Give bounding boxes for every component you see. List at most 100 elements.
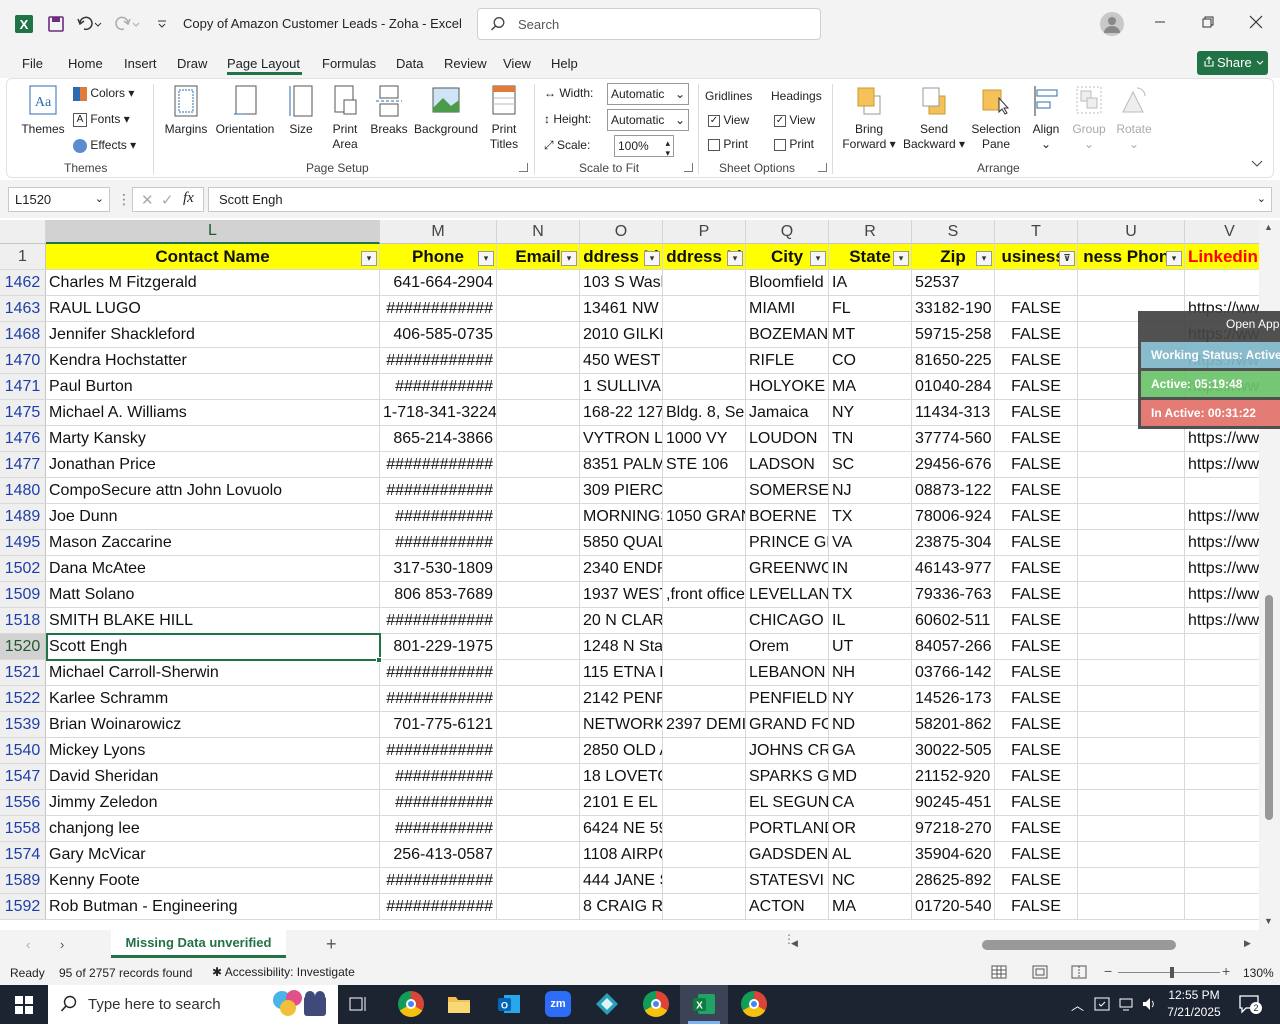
table-cell[interactable]: 2142 PENFIELD RD xyxy=(580,686,663,712)
table-cell[interactable]: Jimmy Zeledon xyxy=(46,790,380,816)
table-cell[interactable] xyxy=(663,270,746,296)
table-cell[interactable]: 13461 NW 19TH LN PF xyxy=(580,296,663,322)
row-header[interactable]: 1462 xyxy=(0,270,46,296)
table-cell[interactable]: 90245-451 xyxy=(912,790,995,816)
table-header-cell[interactable]: ddress Li ▾ xyxy=(580,244,663,270)
table-cell[interactable] xyxy=(663,322,746,348)
align-button[interactable]: Align ⌄ xyxy=(1026,84,1066,152)
table-cell[interactable]: Marty Kansky xyxy=(46,426,380,452)
table-cell[interactable]: 58201-862 xyxy=(912,712,995,738)
table-cell[interactable]: LADSON xyxy=(746,452,829,478)
excel-taskbar-item[interactable]: X xyxy=(680,985,728,1024)
minimize-icon[interactable] xyxy=(1152,14,1168,33)
table-cell[interactable]: OR xyxy=(829,816,912,842)
table-cell[interactable]: BOZEMAN xyxy=(746,322,829,348)
restore-icon[interactable] xyxy=(1200,14,1216,33)
table-cell[interactable]: 1000 VY xyxy=(663,426,746,452)
table-cell[interactable]: ############ xyxy=(380,660,497,686)
table-cell[interactable]: FALSE xyxy=(995,296,1078,322)
table-cell[interactable]: STE 106 xyxy=(663,452,746,478)
column-header[interactable]: S xyxy=(912,220,995,244)
zoom-level[interactable]: 130% xyxy=(1243,966,1274,980)
table-cell[interactable]: ########### xyxy=(380,764,497,790)
table-cell[interactable]: FALSE xyxy=(995,478,1078,504)
table-cell[interactable] xyxy=(497,296,580,322)
table-cell[interactable]: MD xyxy=(829,764,912,790)
table-cell[interactable]: NY xyxy=(829,686,912,712)
row-header[interactable]: 1592 xyxy=(0,894,46,920)
table-cell[interactable]: 30022-505 xyxy=(912,738,995,764)
table-cell[interactable]: NJ xyxy=(829,478,912,504)
table-cell[interactable] xyxy=(1078,712,1185,738)
table-cell[interactable]: TN xyxy=(829,426,912,452)
row-header[interactable]: 1547 xyxy=(0,764,46,790)
table-cell[interactable]: ############ xyxy=(380,868,497,894)
file-explorer-icon[interactable] xyxy=(447,993,471,1018)
accessibility-status[interactable]: ✱ Accessibility: Investigate xyxy=(212,965,355,979)
table-cell[interactable]: Charles M Fitzgerald xyxy=(46,270,380,296)
table-cell[interactable]: ############ xyxy=(380,348,497,374)
table-cell[interactable]: Jamaica xyxy=(746,400,829,426)
table-cell[interactable] xyxy=(497,894,580,920)
vertical-scroll-thumb[interactable] xyxy=(1265,595,1273,820)
table-cell[interactable]: LOUDON xyxy=(746,426,829,452)
table-cell[interactable]: Karlee Schramm xyxy=(46,686,380,712)
tab-home[interactable]: Home xyxy=(68,56,103,71)
table-cell[interactable]: 1050 GRAN xyxy=(663,504,746,530)
table-cell[interactable]: MT xyxy=(829,322,912,348)
colors-button[interactable]: Colors ▾ xyxy=(73,86,134,101)
customize-toolbar-icon[interactable] xyxy=(150,12,174,36)
table-cell[interactable] xyxy=(663,374,746,400)
tab-view[interactable]: View xyxy=(503,56,531,71)
table-cell[interactable]: ############ xyxy=(380,686,497,712)
table-cell[interactable]: 28625-892 xyxy=(912,868,995,894)
table-cell[interactable]: Rob Butman - Engineering xyxy=(46,894,380,920)
table-cell[interactable]: PRINCE GE xyxy=(746,530,829,556)
filter-dropdown-icon[interactable]: ▾ xyxy=(478,251,494,266)
row-header[interactable]: 1558 xyxy=(0,816,46,842)
table-cell[interactable]: Dana McAtee xyxy=(46,556,380,582)
table-cell[interactable]: FALSE xyxy=(995,790,1078,816)
row-header[interactable]: 1468 xyxy=(0,322,46,348)
table-cell[interactable]: David Sheridan xyxy=(46,764,380,790)
row-header[interactable]: 1520 xyxy=(0,634,46,660)
gridlines-view-checkbox[interactable]: ✓ View xyxy=(708,113,749,127)
table-cell[interactable] xyxy=(663,738,746,764)
table-cell[interactable]: 01720-540 xyxy=(912,894,995,920)
row-header[interactable]: 1522 xyxy=(0,686,46,712)
table-cell[interactable]: CO xyxy=(829,348,912,374)
table-cell[interactable]: 115 ETNA RD BLDG 1 xyxy=(580,660,663,686)
table-cell[interactable]: Jennifer Shackleford xyxy=(46,322,380,348)
previous-sheet-icon[interactable]: ‹ xyxy=(26,937,30,952)
table-cell[interactable]: 1937 WEST xyxy=(580,582,663,608)
zoom-slider[interactable] xyxy=(1118,972,1220,973)
table-cell[interactable]: Michael Carroll-Sherwin xyxy=(46,660,380,686)
table-cell[interactable]: 317-530-1809 xyxy=(380,556,497,582)
table-cell[interactable]: ACTON xyxy=(746,894,829,920)
orientation-button[interactable]: Orientation xyxy=(214,84,276,137)
table-cell[interactable]: 2850 OLD ALABAMA R xyxy=(580,738,663,764)
horizontal-scroll-thumb[interactable] xyxy=(982,940,1176,950)
table-cell[interactable]: 450 WEST AVE UNIT 2 xyxy=(580,348,663,374)
table-cell[interactable]: FALSE xyxy=(995,348,1078,374)
scroll-down-icon[interactable]: ▼ xyxy=(1264,916,1273,926)
table-cell[interactable]: STATESVI xyxy=(746,868,829,894)
table-cell[interactable] xyxy=(663,348,746,374)
group-button[interactable]: Group ⌄ xyxy=(1068,84,1110,152)
sheet-options-launcher-icon[interactable] xyxy=(818,163,827,172)
size-button[interactable]: Size xyxy=(284,84,318,137)
table-cell[interactable]: Kendra Hochstatter xyxy=(46,348,380,374)
table-cell[interactable]: UT xyxy=(829,634,912,660)
table-header-cell[interactable]: ddress Li ▾ xyxy=(663,244,746,270)
table-cell[interactable] xyxy=(1078,738,1185,764)
zoom-out-icon[interactable]: − xyxy=(1104,963,1112,979)
table-cell[interactable]: 168-22 127 xyxy=(580,400,663,426)
table-cell[interactable]: ############ xyxy=(380,452,497,478)
table-cell[interactable]: 8351 PALM xyxy=(580,452,663,478)
tab-file[interactable]: File xyxy=(22,56,43,71)
row-header[interactable]: 1489 xyxy=(0,504,46,530)
table-cell[interactable]: FL xyxy=(829,296,912,322)
column-header[interactable]: N xyxy=(497,220,580,244)
table-cell[interactable] xyxy=(663,556,746,582)
column-header[interactable]: P xyxy=(663,220,746,244)
